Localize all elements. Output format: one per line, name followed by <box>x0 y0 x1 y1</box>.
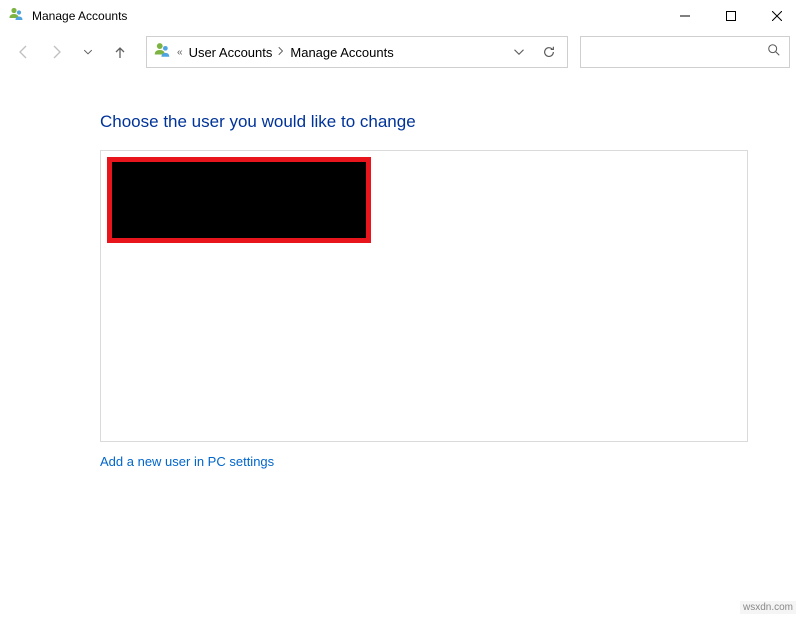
search-icon <box>767 43 781 62</box>
nav-toolbar: « User Accounts Manage Accounts <box>0 32 800 72</box>
nav-back-button[interactable] <box>10 38 38 66</box>
close-button[interactable] <box>754 0 800 32</box>
maximize-button[interactable] <box>708 0 754 32</box>
breadcrumb-separator-icon <box>278 43 284 61</box>
watermark: wsxdn.com <box>740 601 796 614</box>
user-accounts-icon <box>153 41 171 64</box>
window-controls <box>662 0 800 32</box>
add-user-link[interactable]: Add a new user in PC settings <box>100 454 274 469</box>
titlebar-left: Manage Accounts <box>0 6 127 27</box>
address-dropdown-button[interactable] <box>507 40 531 64</box>
nav-forward-button[interactable] <box>42 38 70 66</box>
content-area: Choose the user you would like to change… <box>0 72 800 471</box>
address-bar[interactable]: « User Accounts Manage Accounts <box>146 36 568 68</box>
breadcrumb-segment-user-accounts[interactable]: User Accounts <box>189 45 273 60</box>
nav-recent-button[interactable] <box>74 38 102 66</box>
titlebar: Manage Accounts <box>0 0 800 32</box>
breadcrumb-prev-icon[interactable]: « <box>177 47 183 58</box>
refresh-button[interactable] <box>537 40 561 64</box>
account-tile[interactable] <box>107 157 371 243</box>
search-input[interactable] <box>580 36 790 68</box>
minimize-button[interactable] <box>662 0 708 32</box>
page-heading: Choose the user you would like to change <box>100 112 748 132</box>
accounts-panel <box>100 150 748 442</box>
app-icon <box>8 6 24 27</box>
nav-up-button[interactable] <box>106 38 134 66</box>
window-title: Manage Accounts <box>32 9 127 23</box>
breadcrumb-segment-manage-accounts[interactable]: Manage Accounts <box>290 45 393 60</box>
